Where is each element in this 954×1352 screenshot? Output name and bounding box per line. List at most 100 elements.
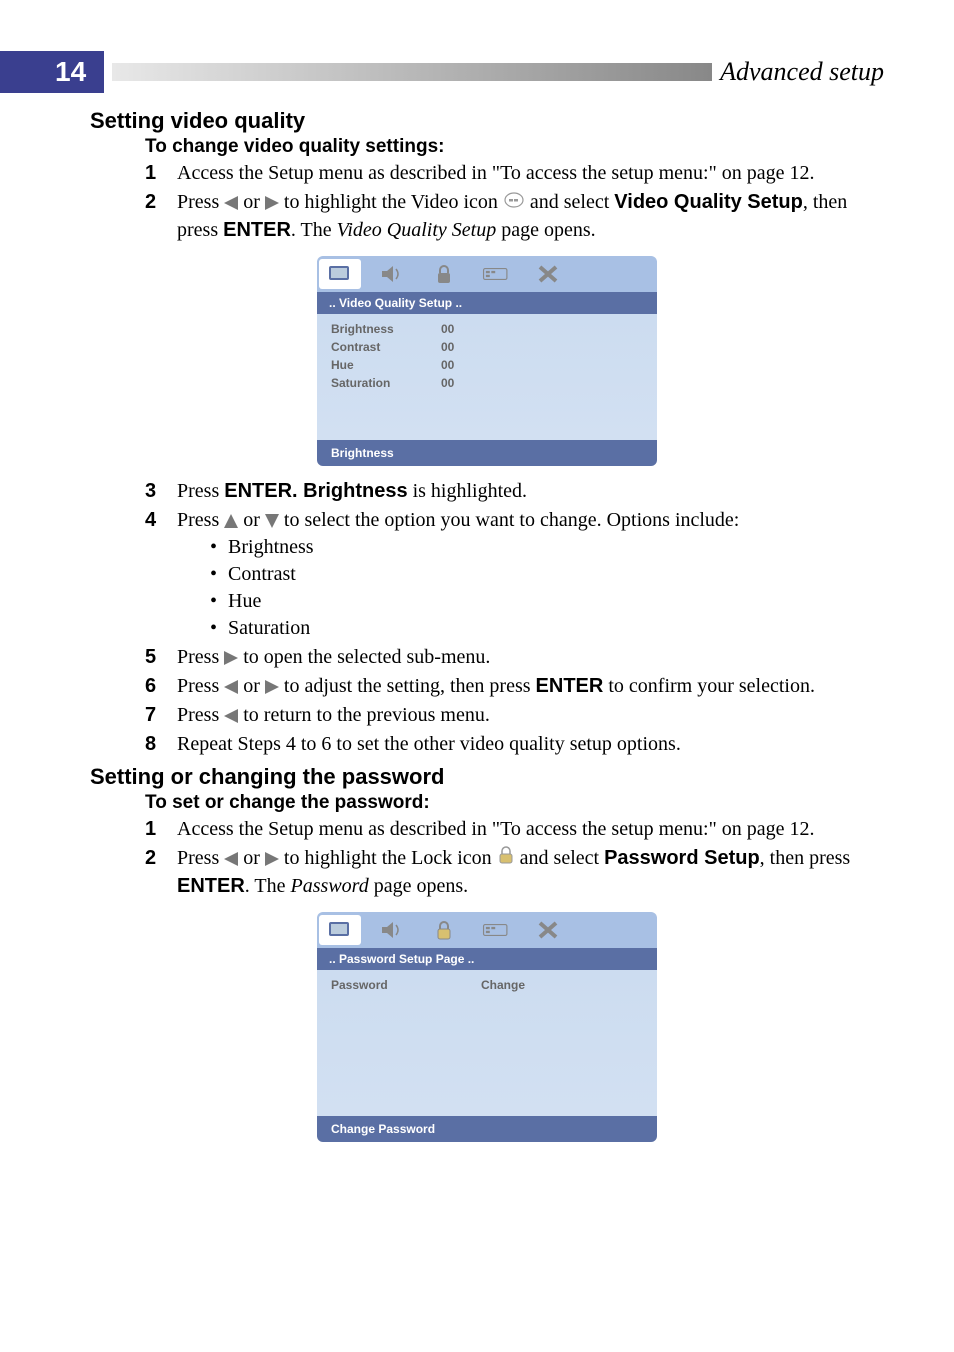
step-text: Repeat Steps 4 to 6 to set the other vid… xyxy=(177,731,681,758)
arrow-left-icon xyxy=(224,709,238,723)
osd-tab-speaker-icon xyxy=(371,915,413,945)
header-gradient xyxy=(112,63,712,81)
osd-tab-bar xyxy=(317,256,657,292)
text: to return to the previous menu. xyxy=(243,704,490,726)
step-2-pw: 2 Press or to highlight the Lock icon an… xyxy=(145,845,884,900)
osd-tab-video-icon xyxy=(475,915,517,945)
text: to highlight the Video icon xyxy=(284,191,503,213)
step-text: Press ENTER. Brightness is highlighted. xyxy=(177,478,527,505)
text: and select xyxy=(520,847,604,869)
osd-tab-close-icon xyxy=(527,259,569,289)
osd-tab-general-icon xyxy=(319,259,361,289)
osd-row-label: Password xyxy=(331,976,481,994)
text: . The xyxy=(291,219,337,241)
text-bold: Password Setup xyxy=(604,847,760,869)
step-text: Access the Setup menu as described in "T… xyxy=(177,160,815,187)
text: Press xyxy=(177,704,224,726)
text: Press xyxy=(177,646,224,668)
arrow-down-icon xyxy=(265,514,279,528)
text: to open the selected sub-menu. xyxy=(243,646,490,668)
arrow-right-icon xyxy=(224,651,238,665)
arrow-up-icon xyxy=(224,514,238,528)
text-bold: ENTER xyxy=(223,219,291,241)
osd-tab-video-icon xyxy=(475,259,517,289)
osd-row: Contrast00 xyxy=(331,338,643,356)
text: , then press xyxy=(760,847,851,869)
osd-row: Hue00 xyxy=(331,356,643,374)
header-title: Advanced setup xyxy=(720,57,954,87)
osd-row-label: Hue xyxy=(331,356,441,374)
text: page opens. xyxy=(369,875,468,897)
osd-row: Brightness00 xyxy=(331,320,643,338)
section-heading-video-quality: Setting video quality xyxy=(90,108,884,134)
text-bold: ENTER. Brightness xyxy=(224,480,407,502)
text: or xyxy=(243,675,265,697)
osd-row-value: 00 xyxy=(441,320,454,338)
step-6: 6 Press or to adjust the setting, then p… xyxy=(145,673,884,700)
step-number: 3 xyxy=(145,478,177,505)
step-text: Access the Setup menu as described in "T… xyxy=(177,816,815,843)
text-bold: ENTER xyxy=(536,675,604,697)
osd-tab-lock-icon xyxy=(423,259,465,289)
list-item: Brightness xyxy=(210,534,884,561)
step-1: 1 Access the Setup menu as described in … xyxy=(145,160,884,187)
arrow-right-icon xyxy=(265,680,279,694)
osd-tab-lock-icon xyxy=(423,915,465,945)
text: Press xyxy=(177,480,224,502)
text: to adjust the setting, then press xyxy=(284,675,536,697)
text: to select the option you want to change.… xyxy=(284,509,739,531)
list-item: Contrast xyxy=(210,561,884,588)
subheading-video-quality: To change video quality settings: xyxy=(145,136,884,158)
osd-row: Saturation00 xyxy=(331,374,643,392)
text: to highlight the Lock icon xyxy=(284,847,497,869)
osd-title: .. Password Setup Page .. xyxy=(317,948,657,970)
step-2: 2 Press or to highlight the Video icon a… xyxy=(145,189,884,244)
osd-row-value: Change xyxy=(481,976,525,994)
text-bold: Video Quality Setup xyxy=(614,191,803,213)
step-number: 1 xyxy=(145,816,177,843)
arrow-left-icon xyxy=(224,196,238,210)
text: Press xyxy=(177,847,224,869)
text: page opens. xyxy=(496,219,595,241)
step-text: Press or to select the option you want t… xyxy=(177,507,739,534)
osd-title: .. Video Quality Setup .. xyxy=(317,292,657,314)
step-text: Press or to highlight the Video icon and… xyxy=(177,189,884,244)
text: Press xyxy=(177,191,224,213)
step-number: 2 xyxy=(145,845,177,900)
step-7: 7 Press to return to the previous menu. xyxy=(145,702,884,729)
step-number: 4 xyxy=(145,507,177,534)
step-text: Press to return to the previous menu. xyxy=(177,702,490,729)
bullet-list: Brightness Contrast Hue Saturation xyxy=(210,534,884,642)
step-8: 8 Repeat Steps 4 to 6 to set the other v… xyxy=(145,731,884,758)
osd-password: .. Password Setup Page .. PasswordChange… xyxy=(317,912,657,1142)
subheading-password: To set or change the password: xyxy=(145,792,884,814)
list-item: Saturation xyxy=(210,615,884,642)
arrow-right-icon xyxy=(265,196,279,210)
step-4: 4 Press or to select the option you want… xyxy=(145,507,884,534)
text: is highlighted. xyxy=(408,480,527,502)
list-item: Hue xyxy=(210,588,884,615)
osd-tab-close-icon xyxy=(527,915,569,945)
osd-row: PasswordChange xyxy=(331,976,643,994)
page-number: 14 xyxy=(0,51,104,93)
osd-body: Brightness00 Contrast00 Hue00 Saturation… xyxy=(317,314,657,440)
step-number: 2 xyxy=(145,189,177,244)
osd-row-value: 00 xyxy=(441,338,454,356)
osd-tab-general-icon xyxy=(319,915,361,945)
osd-tab-bar xyxy=(317,912,657,948)
text-italic: Password xyxy=(291,875,369,897)
text: or xyxy=(243,509,265,531)
step-number: 7 xyxy=(145,702,177,729)
step-5: 5 Press to open the selected sub-menu. xyxy=(145,644,884,671)
osd-body: PasswordChange xyxy=(317,970,657,1116)
step-number: 5 xyxy=(145,644,177,671)
step-text: Press or to adjust the setting, then pre… xyxy=(177,673,815,700)
osd-row-value: 00 xyxy=(441,356,454,374)
section-heading-password: Setting or changing the password xyxy=(90,764,884,790)
step-number: 8 xyxy=(145,731,177,758)
step-3: 3 Press ENTER. Brightness is highlighted… xyxy=(145,478,884,505)
text: or xyxy=(243,191,265,213)
osd-row-label: Contrast xyxy=(331,338,441,356)
osd-footer: Change Password xyxy=(317,1116,657,1142)
text-italic: Video Quality Setup xyxy=(337,219,497,241)
